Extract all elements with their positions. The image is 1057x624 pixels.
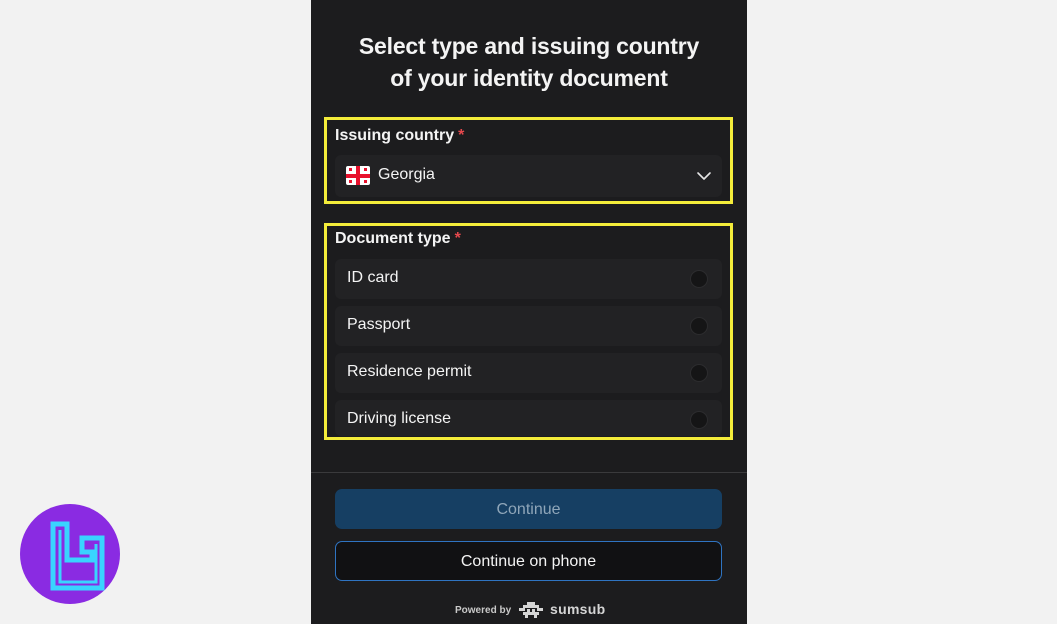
verification-panel: Select type and issuing country of your … [311,0,747,624]
continue-button[interactable]: Continue [335,489,722,529]
site-logo-icon [20,504,120,604]
document-option-label: Residence permit [347,363,472,380]
georgia-flag-icon [346,166,370,185]
page-title-line-1: Select type and issuing country [358,33,700,59]
sumsub-logo-icon [519,602,543,618]
radio-button[interactable] [690,411,708,429]
radio-button[interactable] [690,317,708,335]
page-title-line-2: of your identity document [390,65,668,91]
issuing-country-select[interactable]: Georgia [335,155,722,197]
document-option-residence-permit[interactable]: Residence permit [335,353,722,393]
powered-by-footer: Powered by sumsub [311,601,747,621]
divider [311,472,747,473]
document-type-label: Document type * [335,230,461,248]
powered-by-text: Powered by [455,605,512,616]
brand-name: sumsub [550,601,606,617]
continue-on-phone-button[interactable]: Continue on phone [335,541,722,581]
required-mark: * [458,127,465,144]
page-title: Select type and issuing country of your … [311,30,747,94]
document-option-label: Driving license [347,410,452,427]
document-option-label: ID card [347,269,399,286]
document-option-passport[interactable]: Passport [335,306,722,346]
radio-button[interactable] [690,364,708,382]
issuing-country-label-text: Issuing country [335,127,455,144]
required-mark: * [454,230,461,247]
issuing-country-label: Issuing country * [335,127,464,145]
document-option-label: Passport [347,316,411,333]
document-type-label-text: Document type [335,230,451,247]
document-option-driving-license[interactable]: Driving license [335,400,722,436]
radio-button[interactable] [690,270,708,288]
chevron-down-icon [697,172,711,180]
document-option-id-card[interactable]: ID card [335,259,722,299]
issuing-country-value: Georgia [378,166,435,183]
